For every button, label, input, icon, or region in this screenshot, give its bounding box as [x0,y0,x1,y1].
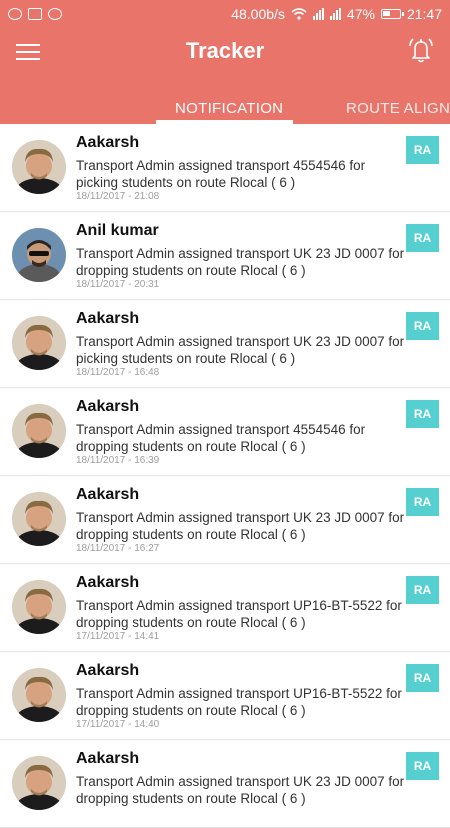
notification-message: Transport Admin assigned transport UP16-… [76,686,402,718]
ra-badge-button[interactable]: RA [406,576,439,604]
avatar [12,228,66,282]
sender-name: Aakarsh [76,750,140,767]
timestamp: 18/11/2017 - 16:27 [76,543,160,554]
sender-name: Anil kumar [76,222,159,239]
avatar [12,668,66,722]
app-bar: Tracker NOTIFICATION ROUTE ALIGNM [0,28,450,124]
sender-name: Aakarsh [76,398,140,415]
sender-name: Aakarsh [76,574,140,591]
timestamp: 17/11/2017 - 14:41 [76,631,160,642]
timestamp: 18/11/2017 - 21:08 [76,191,160,202]
avatar [12,756,66,810]
notification-list: Aakarsh Transport Admin assigned transpor… [0,124,450,828]
list-item[interactable]: Aakarsh Transport Admin assigned transpor… [0,740,450,828]
notification-message: Transport Admin assigned transport UK 23… [76,334,405,366]
ra-badge-button[interactable]: RA [406,664,439,692]
ra-badge-button[interactable]: RA [406,312,439,340]
sender-name: Aakarsh [76,662,140,679]
avatar [12,580,66,634]
signal-icon [312,8,324,20]
avatar [12,140,66,194]
tab-route-alignment[interactable]: ROUTE ALIGNM [346,100,450,117]
sender-name: Aakarsh [76,310,140,327]
whatsapp-icon [8,8,22,20]
clock: 21:47 [406,6,442,22]
list-item[interactable]: Anil kumar Transport Admin assigned trans… [0,212,450,300]
notification-message: Transport Admin assigned transport UP16-… [76,598,402,630]
page-title: Tracker [185,38,265,63]
list-item[interactable]: Aakarsh Transport Admin assigned transpor… [0,652,450,740]
avatar [12,404,66,458]
avatar [12,316,66,370]
list-item[interactable]: Aakarsh Transport Admin assigned transpor… [0,124,450,212]
ra-badge-button[interactable]: RA [406,224,439,252]
timestamp: 18/11/2017 - 16:48 [76,367,160,378]
battery-icon [380,9,404,19]
list-item[interactable]: Aakarsh Transport Admin assigned transpor… [0,388,450,476]
gallery-icon [28,8,42,20]
notification-message: Transport Admin assigned transport UK 23… [76,774,405,806]
signal-icon-2 [329,8,341,20]
wifi-icon [291,8,307,20]
notification-message: Transport Admin assigned transport UK 23… [76,246,405,278]
ra-badge-button[interactable]: RA [406,400,439,428]
list-item[interactable]: Aakarsh Transport Admin assigned transpor… [0,476,450,564]
list-item[interactable]: Aakarsh Transport Admin assigned transpor… [0,300,450,388]
network-speed: 48.00b/s [231,6,285,22]
notification-message: Transport Admin assigned transport UK 23… [76,510,405,542]
notification-message: Transport Admin assigned transport 45545… [76,422,366,454]
tab-notification[interactable]: NOTIFICATION [175,100,283,117]
status-bar: 48.00b/s 47% 21:47 [0,0,450,28]
sync-icon [48,8,62,20]
ra-badge-button[interactable]: RA [406,488,439,516]
battery-percent: 47% [346,6,375,22]
ra-badge-button[interactable]: RA [406,752,439,780]
timestamp: 18/11/2017 - 16:39 [76,455,160,466]
sender-name: Aakarsh [76,134,140,151]
ra-badge-button[interactable]: RA [406,136,439,164]
tab-bar: NOTIFICATION ROUTE ALIGNM [0,96,450,124]
alarm-bell-icon[interactable] [406,36,436,66]
timestamp: 18/11/2017 - 20:31 [76,279,160,290]
avatar [12,492,66,546]
timestamp: 17/11/2017 - 14:40 [76,719,160,730]
notification-message: Transport Admin assigned transport 45545… [76,158,366,190]
sender-name: Aakarsh [76,486,140,503]
list-item[interactable]: Aakarsh Transport Admin assigned transpor… [0,564,450,652]
